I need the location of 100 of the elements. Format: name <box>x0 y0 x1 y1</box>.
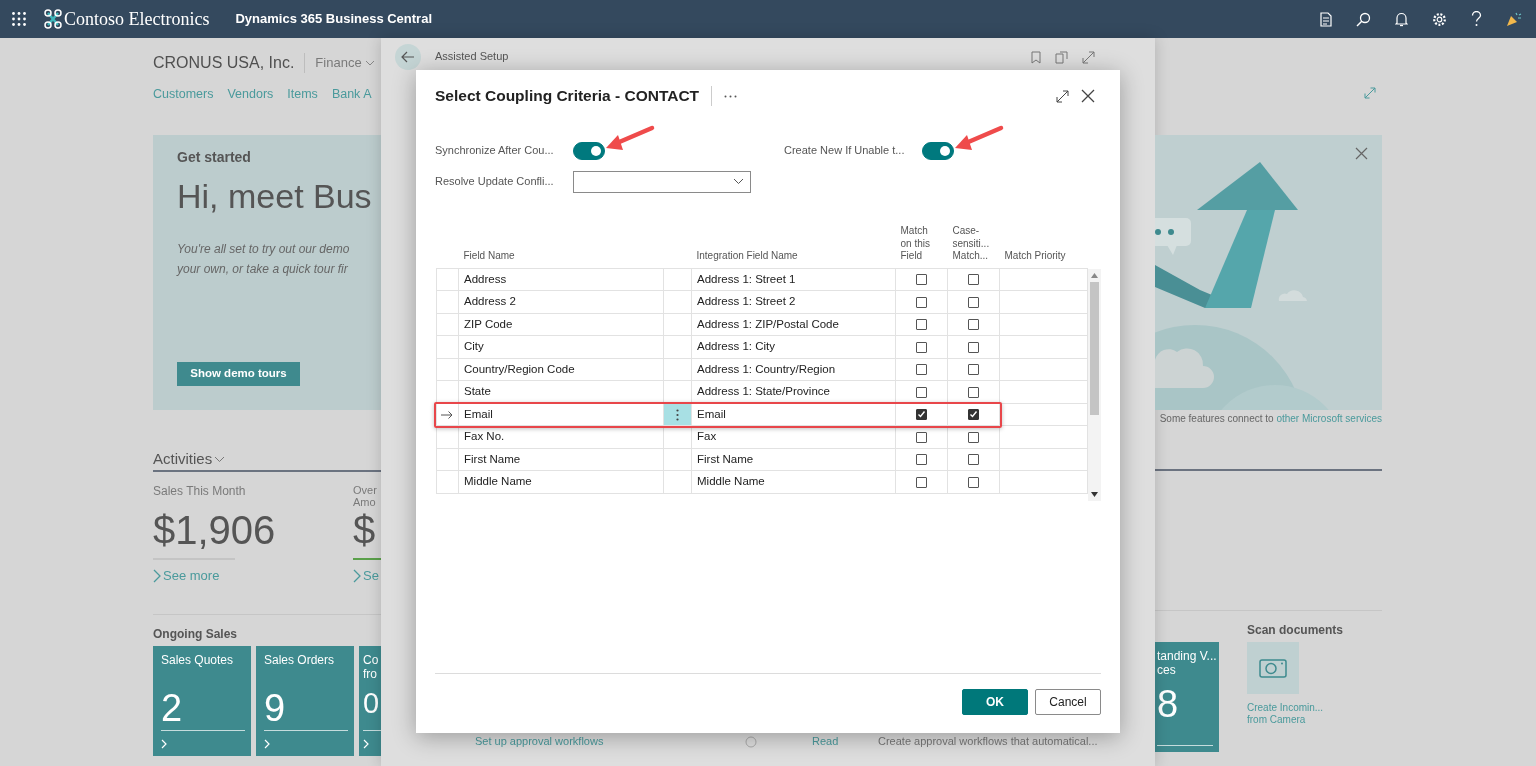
checkbox[interactable] <box>916 274 927 286</box>
check-icon <box>969 410 978 420</box>
more-icon[interactable] <box>724 94 738 98</box>
column-header[interactable]: Match Priority <box>1004 250 1083 263</box>
bell-icon[interactable] <box>1395 11 1408 27</box>
checkbox[interactable] <box>916 409 927 421</box>
dialog-title: Select Coupling Criteria - CONTACT <box>435 86 700 107</box>
chevron-right-icon <box>353 568 361 583</box>
column-header[interactable]: Field Name <box>463 250 659 263</box>
checkbox[interactable] <box>968 274 979 286</box>
checkbox[interactable] <box>916 341 927 353</box>
sales-tile[interactable]: Sales Orders 9 <box>256 646 354 757</box>
field-label: Resolve Update Confli... <box>435 174 555 190</box>
activities-heading[interactable]: Activities <box>153 448 226 471</box>
table-cell[interactable]: First Name <box>697 452 754 465</box>
tile-value: 0 <box>363 689 381 719</box>
checkbox[interactable] <box>968 319 979 331</box>
table-cell[interactable]: Middle Name <box>697 475 765 488</box>
table-cell[interactable]: Fax No. <box>464 430 505 443</box>
tile-value: 2 <box>161 689 184 728</box>
cue-label: Over <box>353 484 378 496</box>
cue-value[interactable]: $ <box>353 510 381 550</box>
checkbox[interactable] <box>916 319 927 331</box>
checkbox[interactable] <box>968 454 979 466</box>
footnote-text: Some features connect to <box>1159 413 1274 424</box>
tile-label: Sales Quotes <box>161 653 235 668</box>
tile-label: Co <box>363 653 380 668</box>
tile-label: fro <box>363 667 378 682</box>
app-launcher-icon[interactable] <box>12 12 26 26</box>
banner-text: You're all set to try out our demo <box>177 240 351 258</box>
table-cell[interactable]: ZIP Code <box>464 317 513 330</box>
scroll-up-icon[interactable] <box>1091 273 1098 278</box>
dropdown-field[interactable] <box>573 170 751 193</box>
check-icon <box>917 410 926 420</box>
cue-label: Amo <box>353 496 377 508</box>
sales-tile[interactable]: Co fro 0 <box>359 646 381 757</box>
banner-text: your own, or take a quick tour fir <box>177 260 349 278</box>
settings-icon[interactable] <box>1432 11 1447 27</box>
party-popper-icon[interactable] <box>1506 11 1522 27</box>
scroll-down-icon[interactable] <box>1091 492 1098 497</box>
more-icon[interactable] <box>676 408 679 421</box>
status-icon <box>745 735 757 748</box>
camera-icon <box>1259 658 1287 678</box>
demo-tours-button[interactable]: Show demo tours <box>177 362 300 386</box>
table-cell[interactable]: First Name <box>464 452 521 465</box>
document-icon[interactable] <box>1320 11 1332 27</box>
checkbox[interactable] <box>968 296 979 308</box>
table-cell[interactable]: State <box>464 385 491 398</box>
toggle-switch[interactable] <box>573 141 605 160</box>
expand-icon[interactable] <box>1056 89 1069 103</box>
ok-button[interactable]: OK <box>962 689 1028 715</box>
cue-label: Sales This Month <box>153 484 247 498</box>
chevron-right-icon <box>161 739 167 750</box>
table-cell[interactable]: Address <box>464 272 507 285</box>
sales-tile[interactable]: Sales Quotes 2 <box>153 646 251 757</box>
panel-title: Assisted Setup <box>435 50 509 63</box>
description-text: Create approval workflows that automatical... <box>878 733 1099 749</box>
checkbox[interactable] <box>916 296 927 308</box>
help-icon[interactable] <box>1471 11 1482 27</box>
banner-title: Hi, meet Bus <box>177 176 373 217</box>
checkbox[interactable] <box>916 431 927 443</box>
sales-tile[interactable]: tanding V... ces 8 <box>1155 642 1219 752</box>
chevron-right-icon <box>153 568 161 583</box>
checkbox[interactable] <box>916 476 927 488</box>
toggle-switch[interactable] <box>922 141 954 160</box>
table-cell[interactable]: City <box>464 340 484 353</box>
section-heading: Ongoing Sales <box>153 627 238 642</box>
chevron-right-icon <box>264 739 270 750</box>
company-title: CRONUS USA, Inc. <box>153 53 295 73</box>
checkbox[interactable] <box>916 386 927 398</box>
scrollbar[interactable] <box>1088 269 1101 501</box>
checkbox[interactable] <box>968 409 979 421</box>
camera-tile[interactable] <box>1247 642 1299 694</box>
checkbox[interactable] <box>916 454 927 466</box>
checkbox[interactable] <box>968 431 979 443</box>
table-cell[interactable]: Middle Name <box>464 475 532 488</box>
checkbox[interactable] <box>916 364 927 376</box>
checkbox[interactable] <box>968 476 979 488</box>
search-icon[interactable] <box>1356 11 1371 27</box>
cancel-button[interactable]: Cancel <box>1035 689 1101 715</box>
column-header[interactable]: Match on this Field <box>900 225 938 263</box>
checkbox[interactable] <box>968 386 979 398</box>
cue-value[interactable]: $1,906 <box>153 510 353 550</box>
column-header[interactable]: Integration Field Name <box>696 250 891 263</box>
table-cell[interactable]: Email <box>464 407 493 420</box>
close-icon[interactable] <box>1081 89 1095 103</box>
column-header[interactable]: Case-sensiti... Match... <box>952 225 994 263</box>
back-arrow-icon <box>401 51 415 63</box>
field-label: Synchronize After Cou... <box>435 143 555 159</box>
scrollbar-thumb[interactable] <box>1090 282 1099 415</box>
table-cell[interactable]: Email <box>697 407 726 420</box>
bookmark-icon[interactable] <box>1031 51 1041 64</box>
table-cell[interactable]: Fax <box>697 430 717 443</box>
checkbox[interactable] <box>968 364 979 376</box>
company-name: Contoso Electronics <box>64 7 210 31</box>
logo-icon <box>44 9 62 29</box>
tile-label: Sales Orders <box>264 653 336 668</box>
checkbox[interactable] <box>968 341 979 353</box>
table-cell[interactable]: Address 2 <box>464 295 516 308</box>
tile-value: 9 <box>264 689 287 728</box>
